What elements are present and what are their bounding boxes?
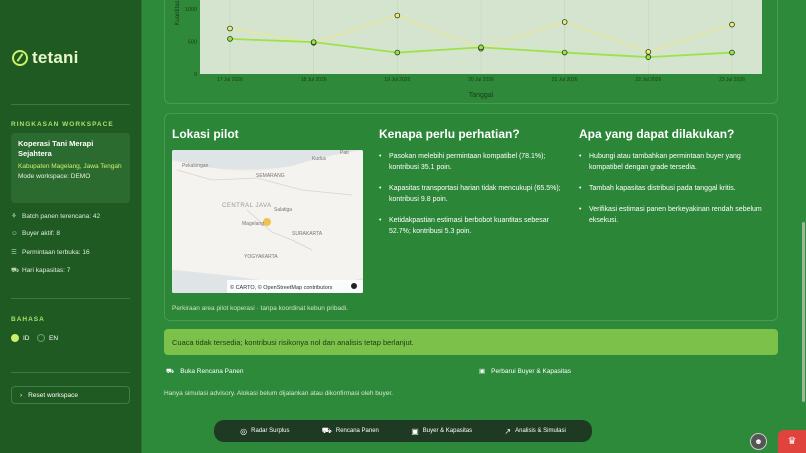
x-tick-label: 21 Jul 2026 [552,77,578,83]
seedling-icon: ⚘ [11,213,17,220]
workspace-heading: RINGKASAN WORKSPACE [11,121,114,128]
divider [11,298,130,299]
map-label-region: CENTRAL JAVA [222,203,272,209]
workspace-mode: Mode workspace: DEMO [18,173,91,180]
nav-buyer-kapasitas[interactable]: ▣ Buyer & Kapasitas [411,427,472,436]
stat-buyer: ☺ Buyer aktif: 8 [11,230,60,237]
actions-list: Hubungi atau tambahkan permintaan buyer … [579,151,771,236]
storefront-icon: ▣ [411,426,419,436]
radio-selected-icon[interactable] [11,334,19,342]
pilot-location-marker[interactable] [263,218,271,226]
map-label-salatiga: Salatiga [274,207,292,213]
divider [11,104,130,105]
x-tick-label: 17 Jul 2026 [217,77,243,83]
advisory-text: Hanya simulasi advisory. Alokasi belum d… [164,390,393,397]
data-point[interactable] [561,49,568,56]
y-tick-label: 1000 [185,7,197,13]
map-label-kudus: Kudus [312,156,327,162]
stat-batch: ⚘ Batch panen terencana: 42 [11,212,101,221]
data-point[interactable] [645,49,652,55]
workspace-location: Kabupaten Magelang, Jawa Tengah [18,163,122,170]
crown-icon: ♛ [787,436,797,447]
radar-icon: ◎ [240,426,248,436]
nav-rencana-panen[interactable]: ⛟ Rencana Panen [322,426,379,436]
x-tick-label: 20 Jul 2026 [468,77,494,83]
reset-workspace-button[interactable]: › Reset workspace [11,386,130,404]
nav-analisis-simulasi[interactable]: ↗ Analisis & Simulasi [504,427,565,436]
map-label-magelang: Magelang [242,221,264,227]
user-icon: ☺ [11,230,18,237]
x-tick-label: 18 Jul 2026 [301,77,327,83]
why-list: Pasokan melebihi permintaan kompatibel (… [379,151,567,247]
x-axis-label: Tanggal [469,92,494,99]
tractor-icon: ⛟ [166,368,175,375]
data-point[interactable] [561,19,568,25]
weather-notice: Cuaca tidak tersedia; kontribusi risikon… [164,329,778,355]
map-label-surakarta: SURAKARTA [292,231,323,237]
logo[interactable]: tetani [12,48,79,68]
data-point[interactable] [478,44,484,51]
workspace-name: Koperasi Tani Merapi Sejahtera [18,139,94,158]
data-point[interactable] [310,39,317,45]
why-title: Kenapa perlu perhatian? [379,127,520,141]
data-point[interactable] [729,21,735,28]
data-point[interactable] [729,49,735,56]
sidebar: tetani RINGKASAN WORKSPACE Koperasi Tani… [0,0,142,453]
line-chart: 17 Jul 2026 18 Jul 2026 19 Jul 2026 20 Jul … [175,0,762,99]
language-option-id[interactable]: ID [11,334,30,342]
data-point[interactable] [227,36,233,42]
scrollbar[interactable] [802,222,805,402]
stat-capacity: ⛟ Hari kapasitas: 7 [11,267,71,274]
list-item: Ketidakpastian estimasi berbobot kuantit… [379,215,567,237]
map-label-pekalongan: Pekalongan [182,163,209,169]
map-label-pati: Pati [340,150,349,156]
storefront-icon: ▣ [479,368,486,375]
update-buyers-link[interactable]: ▣ Perbarui Buyer & Kapasitas [479,367,571,376]
info-icon[interactable] [351,283,357,289]
chart-card: 17 Jul 2026 18 Jul 2026 19 Jul 2026 20 Jul … [164,0,778,104]
truck-icon: ⛟ [11,267,20,274]
chart-icon: ↗ [504,426,512,436]
list-item: Hubungi atau tambahkan permintaan buyer … [579,151,771,173]
bottom-nav: ◎ Radar Surplus ⛟ Rencana Panen ▣ Buyer … [214,420,592,442]
y-tick-label: 0 [194,72,197,78]
y-tick-label: 500 [188,40,197,46]
map-graphic: Pati Kudus Pekalongan SEMARANG CENTRAL J… [172,150,363,293]
divider [11,372,130,373]
list-item: Verifikasi estimasi panen berkeyakinan r… [579,204,771,226]
map-caption: Perkiraan area pilot koperasi · tanpa ko… [172,305,348,312]
list-item: Tambah kapasitas distribusi pada tanggal… [579,183,771,194]
deploy-button[interactable]: ♛ [778,430,806,453]
data-point[interactable] [394,12,401,19]
x-tick-label: 23 Jul 2026 [719,77,745,83]
x-tick-label: 22 Jul 2026 [635,77,661,83]
actions-title: Apa yang dapat dilakukan? [579,127,735,141]
avatar[interactable]: ☻ [750,433,767,450]
language-heading: BAHASA [11,316,45,323]
data-point[interactable] [645,54,652,60]
open-harvest-plan-link[interactable]: ⛟ Buka Rencana Panen [166,367,243,376]
radio-icon[interactable] [37,334,45,342]
list-item: Pasokan melebihi permintaan kompatibel (… [379,151,567,173]
list-item: Kapasitas transportasi harian tidak menc… [379,183,567,205]
stat-requests: ☰ Permintaan terbuka: 16 [11,248,90,257]
language-option-en[interactable]: EN [37,334,58,342]
nav-radar-surplus[interactable]: ◎ Radar Surplus [240,427,289,436]
tractor-icon: ⛟ [321,426,332,435]
data-point[interactable] [227,25,233,32]
user-avatar-icon: ☻ [754,437,763,446]
app-name: tetani [32,48,79,67]
map-label-yogyakarta: YOGYAKARTA [244,254,278,260]
map-attribution: © CARTO, © OpenStreetMap contributors [230,284,333,291]
y-axis-label: Kuantitas [175,0,181,25]
workspace-card: Koperasi Tani Merapi Sejahtera Kabupaten… [11,133,130,203]
x-tick-label: 19 Jul 2026 [384,77,410,83]
pilot-map[interactable]: Pati Kudus Pekalongan SEMARANG CENTRAL J… [172,150,363,293]
pilot-title: Lokasi pilot [172,127,239,141]
leaf-icon [12,50,28,66]
chevron-right-icon: › [20,391,23,399]
data-point[interactable] [394,49,401,56]
list-icon: ☰ [11,249,17,256]
map-label-semarang: SEMARANG [256,173,285,179]
